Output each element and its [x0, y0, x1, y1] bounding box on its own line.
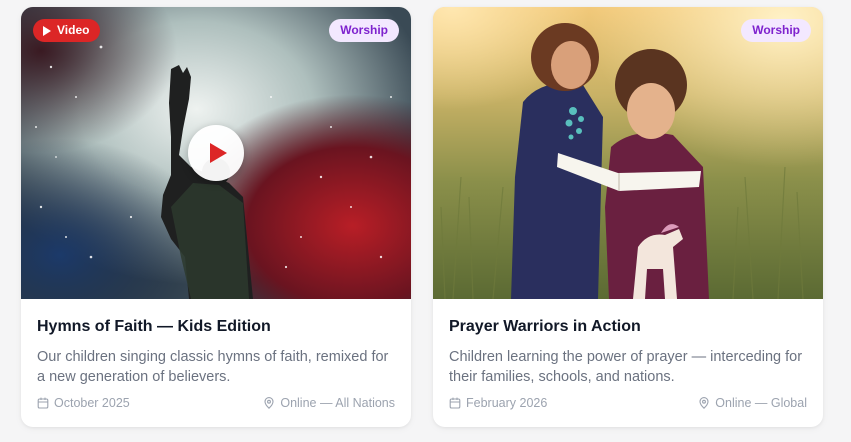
card-media[interactable]: Worship	[433, 7, 823, 299]
event-location: Online — All Nations	[263, 396, 395, 410]
play-icon	[210, 143, 227, 163]
card-title[interactable]: Prayer Warriors in Action	[449, 317, 807, 337]
event-location-text: Online — All Nations	[280, 396, 395, 410]
card-body: Hymns of Faith — Kids Edition Our childr…	[21, 299, 411, 387]
card-meta: February 2026 Online — Global	[449, 396, 807, 410]
card-media[interactable]: Video Worship	[21, 7, 411, 299]
category-badge: Worship	[741, 19, 811, 42]
play-video-button[interactable]	[188, 125, 244, 181]
card-title[interactable]: Hymns of Faith — Kids Edition	[37, 317, 395, 337]
card-body: Prayer Warriors in Action Children learn…	[433, 299, 823, 387]
video-badge-label: Video	[57, 23, 90, 37]
calendar-icon	[37, 397, 49, 409]
event-location: Online — Global	[698, 396, 807, 410]
event-card[interactable]: Video Worship Hymns of Faith — Kids Edit…	[21, 7, 411, 427]
event-date: October 2025	[37, 396, 130, 410]
event-date: February 2026	[449, 396, 547, 410]
play-icon	[43, 25, 51, 36]
map-pin-icon	[264, 397, 274, 409]
video-badge: Video	[33, 19, 101, 42]
event-location-text: Online — Global	[715, 396, 807, 410]
card-description: Children learning the power of prayer — …	[449, 349, 803, 385]
map-pin-icon	[699, 397, 709, 409]
card-grid: Video Worship Hymns of Faith — Kids Edit…	[0, 0, 851, 442]
card-meta: October 2025 Online — All Nations	[37, 396, 395, 410]
event-date-text: February 2026	[466, 396, 548, 410]
children-reading-photo	[433, 7, 823, 299]
calendar-icon	[449, 397, 461, 409]
category-badge: Worship	[329, 19, 399, 42]
event-card[interactable]: Worship Prayer Warriors in Action Childr…	[433, 7, 823, 427]
event-date-text: October 2025	[54, 396, 130, 410]
card-description: Our children singing classic hymns of fa…	[37, 349, 389, 385]
